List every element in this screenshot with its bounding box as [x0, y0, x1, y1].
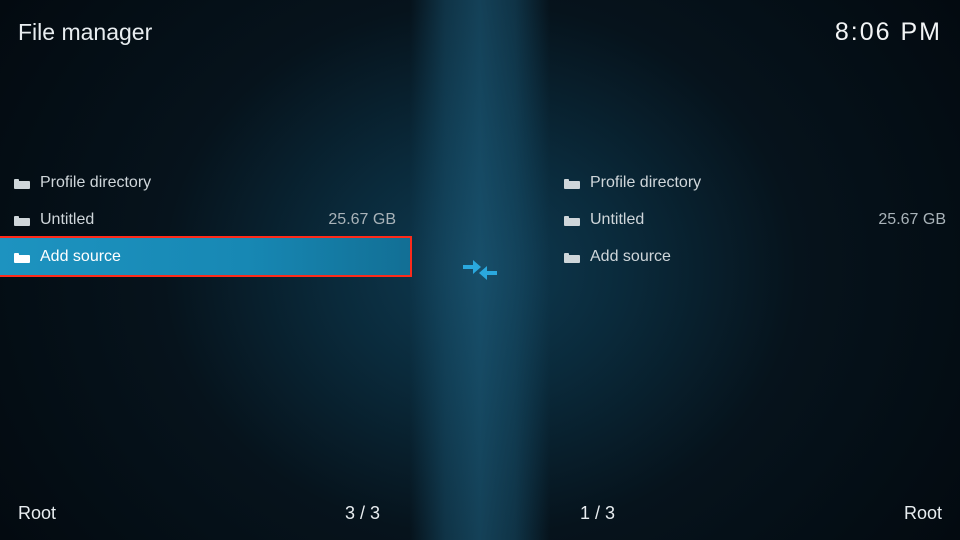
item-label: Add source [590, 248, 936, 266]
item-label: Untitled [590, 211, 868, 229]
item-label: Profile directory [40, 174, 386, 192]
item-size: 25.67 GB [328, 211, 396, 229]
footer-pos-right: 1 / 3 [580, 503, 615, 524]
file-panes: Profile directory Untitled 25.67 GB Add … [0, 0, 960, 540]
folder-icon [564, 251, 580, 263]
swap-arrows-icon [461, 255, 499, 285]
folder-icon [14, 251, 30, 263]
right-pane: Profile directory Untitled 25.67 GB Add … [550, 0, 960, 540]
list-item[interactable]: Profile directory [0, 164, 410, 201]
item-size: 25.67 GB [878, 211, 946, 229]
center-divider [410, 0, 550, 540]
item-label: Untitled [40, 211, 318, 229]
item-label: Profile directory [590, 174, 936, 192]
footer-bar: Root 3 / 3 1 / 3 Root [0, 496, 960, 540]
footer-pos-left: 3 / 3 [345, 503, 380, 524]
list-item-add-source[interactable]: Add source [0, 238, 410, 275]
folder-icon [14, 177, 30, 189]
item-label: Add source [40, 248, 386, 266]
list-item-add-source[interactable]: Add source [550, 238, 960, 275]
footer-right: 1 / 3 Root [550, 503, 942, 524]
list-item[interactable]: Untitled 25.67 GB [0, 201, 410, 238]
footer-path-left: Root [18, 503, 56, 524]
footer-path-right: Root [904, 503, 942, 524]
list-item[interactable]: Untitled 25.67 GB [550, 201, 960, 238]
list-item[interactable]: Profile directory [550, 164, 960, 201]
left-pane: Profile directory Untitled 25.67 GB Add … [0, 0, 410, 540]
right-list: Profile directory Untitled 25.67 GB Add … [550, 164, 960, 275]
left-list: Profile directory Untitled 25.67 GB Add … [0, 164, 410, 275]
folder-icon [564, 214, 580, 226]
folder-icon [564, 177, 580, 189]
folder-icon [14, 214, 30, 226]
footer-left: Root 3 / 3 [18, 503, 410, 524]
